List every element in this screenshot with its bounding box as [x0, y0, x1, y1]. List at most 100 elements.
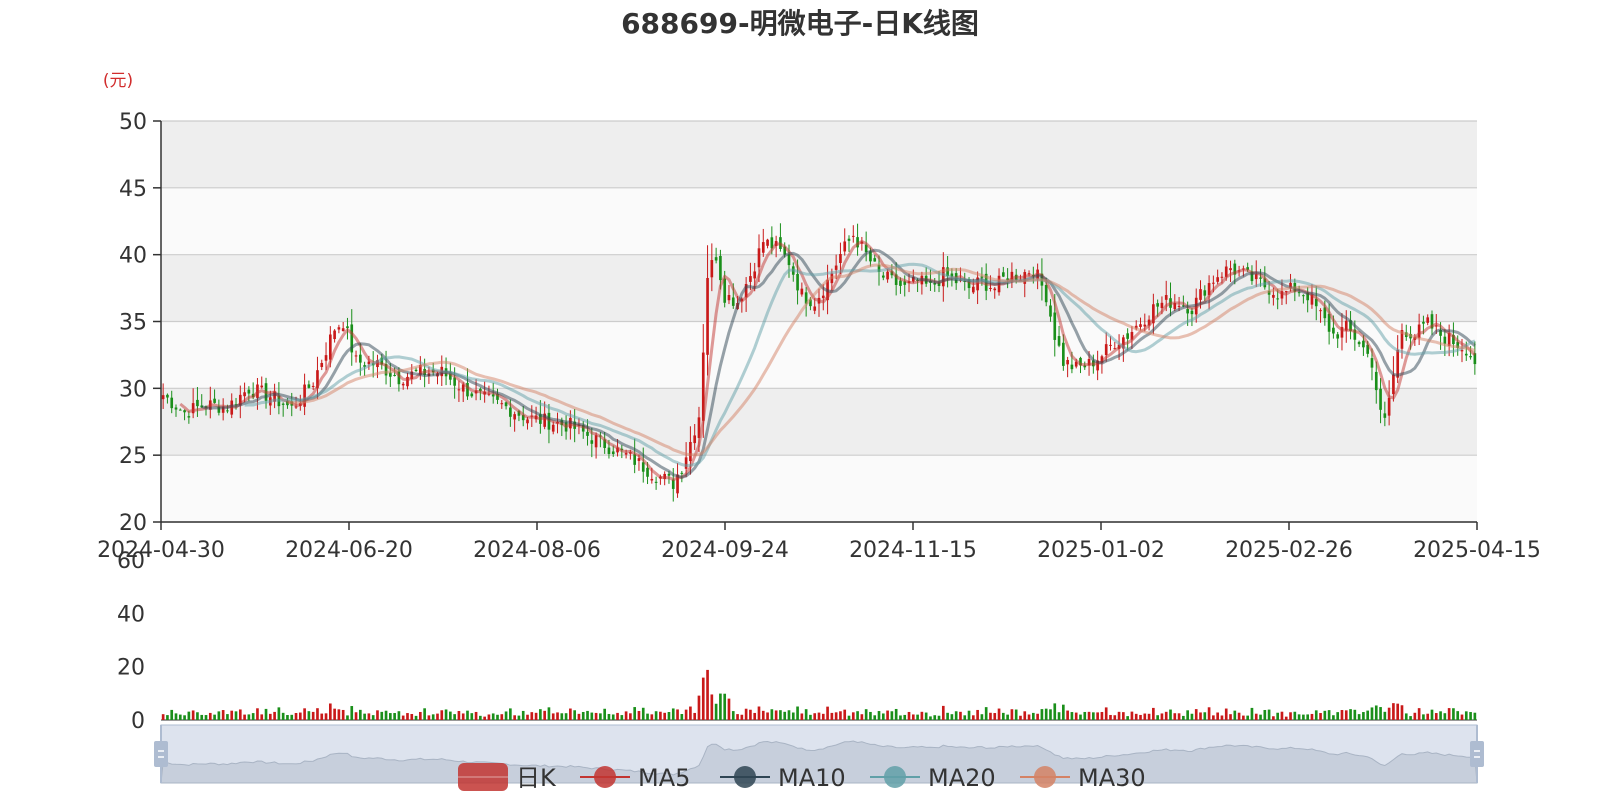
candle-body	[174, 407, 178, 410]
volume-bar	[1379, 707, 1382, 720]
volume-bar	[1250, 707, 1254, 720]
candle-body	[646, 467, 649, 477]
volume-bar	[277, 707, 281, 720]
volume-bar	[427, 715, 431, 720]
volume-bar	[894, 708, 898, 720]
candle-body	[320, 362, 324, 368]
volume-bar	[423, 708, 426, 720]
volume-bar	[1400, 705, 1404, 720]
volume-bar	[251, 713, 255, 720]
volume-bar	[689, 706, 692, 720]
volume-bar	[929, 716, 932, 720]
candle-body	[1379, 388, 1382, 410]
volume-bar	[1113, 715, 1117, 720]
volume-bar	[1349, 709, 1352, 720]
volume-bar	[260, 714, 264, 720]
candle-body	[346, 326, 349, 329]
y-tick-label: 35	[119, 311, 147, 336]
volume-bar	[1100, 711, 1104, 720]
candle-body	[166, 394, 169, 398]
volume-bar	[453, 714, 456, 720]
volume-bar	[234, 711, 238, 720]
volume-bar	[1062, 704, 1065, 720]
candle-body	[526, 419, 529, 424]
volume-bar	[346, 715, 349, 720]
volume-bar	[307, 711, 311, 720]
candle-body	[1066, 359, 1069, 365]
candle-body	[624, 453, 628, 455]
candle-body	[196, 399, 199, 407]
volume-bar	[1276, 712, 1279, 720]
volume-bar	[298, 712, 302, 720]
candle-body	[719, 255, 722, 281]
volume-bar	[1332, 715, 1335, 720]
x-tick-label: 2024-08-06	[473, 538, 601, 563]
volume-bar	[1177, 713, 1181, 720]
candle-body	[281, 403, 285, 405]
candle-body	[1203, 290, 1207, 296]
volume-bar	[787, 710, 791, 720]
volume-bar	[624, 711, 628, 720]
volume-bar	[740, 714, 744, 720]
candle-body	[551, 424, 555, 432]
candle-body	[1469, 356, 1472, 358]
volume-bar	[714, 703, 718, 720]
volume-bar	[860, 714, 864, 720]
volume-bar	[1096, 712, 1099, 720]
volume-bar	[1130, 711, 1134, 720]
volume-bar	[946, 712, 949, 720]
volume-bar	[1117, 711, 1121, 720]
chart-title: 688699-明微电子-日K线图	[621, 7, 979, 40]
volume-bar	[1353, 709, 1357, 720]
volume-bar	[1259, 714, 1262, 720]
volume-bar	[603, 708, 606, 720]
volume-bar	[993, 713, 997, 720]
volume-bar	[1246, 715, 1249, 720]
candle-body	[1276, 298, 1279, 300]
candle-body	[1053, 312, 1057, 340]
candle-body	[260, 385, 264, 388]
x-tick-label: 2025-01-02	[1037, 538, 1165, 563]
volume-bar	[847, 715, 851, 720]
volume-bar	[877, 711, 881, 720]
volume-bar	[1143, 713, 1147, 720]
legend-swatch-dot	[594, 766, 616, 788]
volume-bar	[431, 714, 435, 720]
volume-bar	[414, 715, 418, 720]
volume-bar	[671, 708, 675, 720]
volume-bar	[911, 714, 915, 720]
candle-body	[881, 275, 885, 278]
volume-bar	[551, 713, 555, 720]
candle-body	[689, 441, 692, 462]
volume-bar	[903, 714, 907, 720]
volume-bar	[826, 706, 829, 720]
volume-bar	[706, 669, 709, 720]
volume-bar	[1203, 712, 1207, 720]
volume-bar	[324, 713, 328, 720]
volume-bar	[221, 710, 225, 720]
price-grid	[161, 120, 1477, 523]
candle-body	[509, 407, 512, 417]
volume-bar	[749, 709, 752, 720]
candle-body	[1370, 358, 1374, 368]
volume-bar	[1139, 714, 1142, 720]
candle-body	[1229, 268, 1232, 271]
volume-bar	[1220, 715, 1224, 720]
volume-bar	[268, 713, 272, 720]
candle-body	[1220, 276, 1224, 278]
volume-bar	[1122, 712, 1125, 720]
volume-bar	[479, 715, 482, 720]
volume-bar	[959, 711, 962, 720]
volume-bar	[1074, 712, 1078, 720]
volume-bar	[183, 715, 186, 720]
candle-body	[1109, 344, 1112, 346]
candle-body	[1001, 272, 1005, 277]
candle-body	[886, 271, 889, 280]
candle-body	[821, 295, 825, 299]
volume-bar	[654, 711, 658, 720]
volume-bar	[226, 714, 229, 720]
volume-bar	[320, 713, 324, 720]
volume-bar	[641, 707, 645, 720]
legend-label: 日K	[516, 764, 557, 792]
volume-bar	[1417, 708, 1421, 720]
